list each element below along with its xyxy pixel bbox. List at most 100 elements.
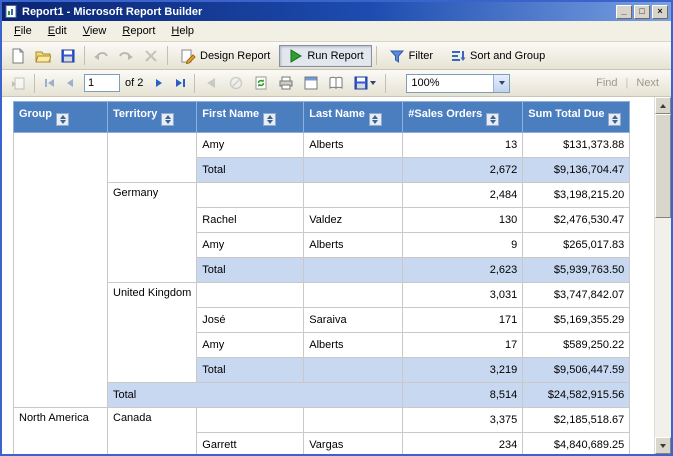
next-page-button[interactable] [149, 73, 169, 93]
table-cell: Valdez [304, 208, 403, 233]
interactive-sort-icon[interactable] [369, 113, 382, 126]
print-button[interactable] [274, 72, 298, 94]
scroll-up-button[interactable] [655, 97, 671, 114]
table-cell [304, 283, 403, 308]
table-cell: Saraiva [304, 308, 403, 333]
table-cell: $5,169,355.29 [523, 308, 630, 333]
find-link[interactable]: Find [596, 77, 617, 89]
minimize-button[interactable]: _ [616, 5, 632, 19]
previous-page-button[interactable] [60, 73, 80, 93]
table-cell: Alberts [304, 133, 403, 158]
print-layout-button[interactable] [299, 72, 323, 94]
last-page-button[interactable] [170, 73, 190, 93]
report-builder-window: Report1 - Microsoft Report Builder _ □ ×… [0, 0, 673, 456]
table-cell [304, 158, 403, 183]
sort-and-group-button[interactable]: Sort and Group [442, 45, 553, 67]
zoom-value: 100% [407, 77, 493, 89]
menu-report[interactable]: Report [114, 22, 163, 40]
table-cell: 8,514 [403, 383, 523, 408]
filter-button[interactable]: Filter [381, 45, 441, 67]
column-header: Group [14, 102, 108, 133]
table-row: AmyAlberts13$131,373.88 [14, 133, 630, 158]
column-header-label: #Sales Orders [408, 108, 482, 120]
printer-icon [278, 75, 294, 91]
menu-edit[interactable]: Edit [40, 22, 75, 40]
column-header: Territory [108, 102, 197, 133]
stop-icon [228, 75, 244, 91]
table-header-row: Group Territory First Name Last Name #Sales … [14, 102, 630, 133]
interactive-sort-icon[interactable] [56, 113, 69, 126]
zoom-dropdown-button[interactable] [493, 75, 509, 92]
parent-report-button[interactable] [6, 72, 30, 94]
table-cell: Germany [108, 183, 197, 283]
find-next-link[interactable]: Next [636, 77, 659, 89]
table-cell [197, 183, 304, 208]
table-cell: 17 [403, 333, 523, 358]
table-cell: 171 [403, 308, 523, 333]
column-header-label: First Name [202, 108, 259, 120]
page-number-input[interactable] [84, 74, 120, 92]
table-cell: 9 [403, 233, 523, 258]
table-cell: $9,136,704.47 [523, 158, 630, 183]
save-button[interactable] [56, 45, 80, 67]
redo-button[interactable] [114, 45, 138, 67]
export-button[interactable] [349, 72, 381, 94]
scroll-down-button[interactable] [655, 437, 671, 454]
refresh-button[interactable] [249, 72, 273, 94]
run-report-button[interactable]: Run Report [279, 45, 371, 67]
first-page-button[interactable] [39, 73, 59, 93]
table-cell [304, 258, 403, 283]
interactive-sort-icon[interactable] [486, 113, 499, 126]
close-button[interactable]: × [652, 5, 668, 19]
viewer-toolbar: of 2 100% Find [2, 70, 671, 97]
table-cell: $9,506,447.59 [523, 358, 630, 383]
menu-file[interactable]: File [6, 22, 40, 40]
delete-button[interactable] [139, 45, 163, 67]
table-cell: 3,031 [403, 283, 523, 308]
refresh-icon [253, 75, 269, 91]
maximize-button[interactable]: □ [634, 5, 650, 19]
table-cell: 2,623 [403, 258, 523, 283]
back-arrow-icon [203, 75, 219, 91]
table-cell: 2,484 [403, 183, 523, 208]
scrollbar-thumb[interactable] [655, 114, 671, 218]
table-cell: $2,476,530.47 [523, 208, 630, 233]
table-cell [108, 133, 197, 183]
menu-view[interactable]: View [75, 22, 115, 40]
table-cell: Canada [108, 408, 197, 455]
table-cell: $4,840,689.25 [523, 433, 630, 455]
export-floppy-icon [354, 76, 368, 90]
table-cell: 2,672 [403, 158, 523, 183]
vertical-scrollbar[interactable] [654, 97, 671, 454]
report-view: Group Territory First Name Last Name #Sales … [2, 97, 671, 454]
column-header-label: Last Name [309, 108, 365, 120]
open-button[interactable] [31, 45, 55, 67]
table-cell: Alberts [304, 233, 403, 258]
filter-label: Filter [409, 50, 433, 62]
titlebar[interactable]: Report1 - Microsoft Report Builder _ □ × [2, 2, 671, 21]
toolbar-separator [385, 74, 386, 93]
menu-help[interactable]: Help [163, 22, 202, 40]
table-cell: United Kingdom [108, 283, 197, 383]
table-cell: Vargas [304, 433, 403, 455]
filter-funnel-icon [389, 48, 405, 64]
save-floppy-icon [60, 48, 76, 64]
run-report-icon [287, 48, 303, 64]
undo-button[interactable] [89, 45, 113, 67]
stop-button[interactable] [224, 72, 248, 94]
sort-and-group-label: Sort and Group [470, 50, 545, 62]
page-setup-button[interactable] [324, 72, 348, 94]
column-header: First Name [197, 102, 304, 133]
back-button[interactable] [199, 72, 223, 94]
interactive-sort-icon[interactable] [263, 113, 276, 126]
new-report-button[interactable] [6, 45, 30, 67]
window-title: Report1 - Microsoft Report Builder [22, 6, 612, 18]
interactive-sort-icon[interactable] [161, 113, 174, 126]
table-cell [14, 133, 108, 408]
table-cell [304, 358, 403, 383]
design-report-button[interactable]: Design Report [172, 45, 278, 67]
zoom-combobox[interactable]: 100% [406, 74, 510, 93]
table-cell: $131,373.88 [523, 133, 630, 158]
interactive-sort-icon[interactable] [608, 113, 621, 126]
column-header-label: Group [19, 108, 52, 120]
